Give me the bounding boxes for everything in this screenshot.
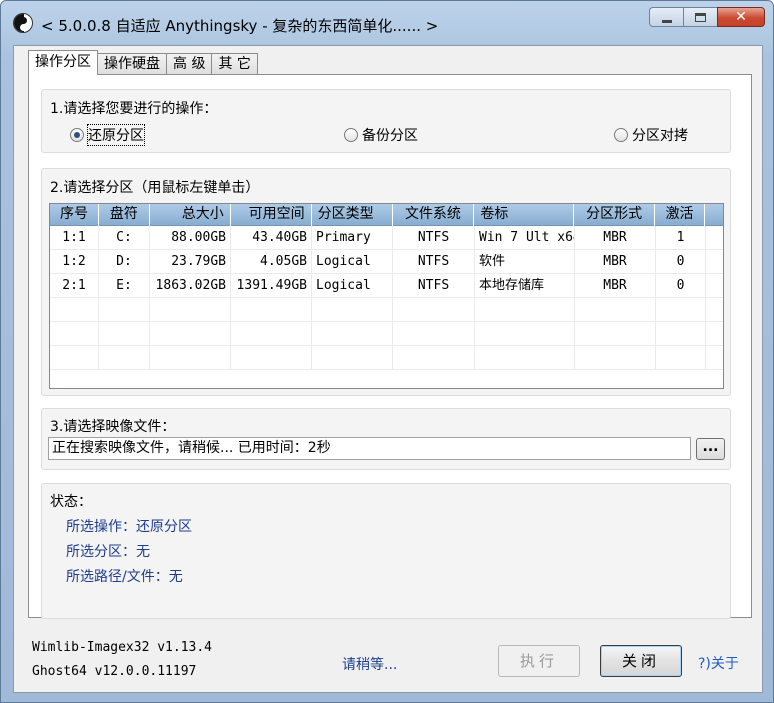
cell-free: 4.05GB: [231, 250, 312, 274]
cell-drive: E:: [99, 274, 150, 298]
image-file-input[interactable]: 正在搜索映像文件，请稍候... 已用时间：2秒: [48, 437, 691, 460]
cell-total: 1863.02GB: [150, 274, 231, 298]
col-header-type[interactable]: 分区类型: [312, 204, 393, 226]
status-label: 状态：: [50, 494, 92, 510]
tab-disk-ops[interactable]: 操作硬盘: [97, 53, 167, 75]
empty-row: [50, 346, 723, 370]
cell-style: MBR: [575, 250, 656, 274]
cell-fs: NTFS: [393, 250, 475, 274]
cell-type: Logical: [312, 274, 393, 298]
partition-group-label: 2.请选择分区（用鼠标左键单击）: [50, 180, 260, 196]
yin-yang-icon[interactable]: [13, 13, 33, 33]
image-file-group-label: 3.请选择映像文件：: [50, 419, 176, 435]
about-link[interactable]: ?)关于: [698, 653, 739, 673]
col-header-filler: [705, 204, 723, 226]
execute-button[interactable]: 执行: [498, 645, 580, 677]
col-header-drive[interactable]: 盘符: [99, 204, 150, 226]
wimlib-version: Wimlib-Imagex32 v1.13.4: [32, 640, 213, 655]
cell-active: 1: [656, 226, 706, 250]
col-header-fs[interactable]: 文件系统: [393, 204, 475, 226]
radio-label: 备份分区: [362, 128, 418, 144]
col-header-style[interactable]: 分区形式: [574, 204, 656, 226]
col-header-volume[interactable]: 卷标: [474, 204, 575, 226]
col-header-total[interactable]: 总大小: [150, 204, 231, 226]
cell-active: 0: [656, 274, 706, 298]
close-window-button[interactable]: ✕: [717, 7, 765, 27]
cell-total: 88.00GB: [150, 226, 231, 250]
cell-index: 1:1: [50, 226, 99, 250]
operation-group-label: 1.请选择您要进行的操作：: [50, 101, 218, 117]
table-row[interactable]: 1:1 C: 88.00GB 43.40GB Primary NTFS Win …: [50, 226, 723, 250]
table-header: 序号 盘符 总大小 可用空间 分区类型 文件系统 卷标 分区形式 激活: [50, 204, 723, 226]
cell-volume: Win 7 Ult x64: [475, 226, 575, 250]
operation-group: 1.请选择您要进行的操作： 还原分区 备份分区 分区对拷: [41, 89, 731, 153]
radio-label: 还原分区: [87, 124, 145, 146]
cell-drive: C:: [99, 226, 150, 250]
cell-total: 23.79GB: [150, 250, 231, 274]
cell-volume: 软件: [475, 250, 575, 274]
status-path: 所选路径/文件：无: [66, 569, 183, 585]
radio-copy-partition[interactable]: 分区对拷: [614, 125, 688, 145]
ghost-version: Ghost64 v12.0.0.11197: [32, 664, 197, 679]
cell-free: 1391.49GB: [231, 274, 312, 298]
maximize-button[interactable]: [683, 7, 717, 27]
col-header-active[interactable]: 激活: [655, 204, 706, 226]
col-header-free[interactable]: 可用空间: [231, 204, 312, 226]
cell-style: MBR: [575, 274, 656, 298]
app-window: < 5.0.0.8 自适应 Anythingsky - 复杂的东西简单化....…: [0, 0, 774, 703]
radio-backup-partition[interactable]: 备份分区: [344, 125, 418, 145]
table-row[interactable]: 1:2 D: 23.79GB 4.05GB Logical NTFS 软件 MB…: [50, 250, 723, 274]
col-header-index[interactable]: 序号: [50, 204, 99, 226]
tab-advanced[interactable]: 高 级: [166, 53, 213, 75]
close-button[interactable]: 关闭: [600, 645, 682, 677]
cell-free: 43.40GB: [231, 226, 312, 250]
image-file-group: 3.请选择映像文件： 正在搜索映像文件，请稍候... 已用时间：2秒 ...: [41, 408, 731, 470]
radio-restore-partition[interactable]: 还原分区: [70, 124, 145, 146]
cell-type: Primary: [312, 226, 393, 250]
tab-partition-ops[interactable]: 操作分区: [28, 50, 98, 75]
table-row[interactable]: 2:1 E: 1863.02GB 1391.49GB Logical NTFS …: [50, 274, 723, 298]
maximize-icon: [695, 12, 706, 22]
radio-checked-icon: [70, 128, 84, 142]
cell-fs: NTFS: [393, 226, 475, 250]
cell-style: MBR: [575, 226, 656, 250]
status-partition: 所选分区：无: [66, 544, 150, 560]
client-area: 操作分区 操作硬盘 高 级 其 它 1.请选择您要进行的操作： 还原分区 备份分…: [13, 45, 763, 693]
tab-panel: 1.请选择您要进行的操作： 还原分区 备份分区 分区对拷 2.请选择分区（用鼠标…: [28, 74, 752, 619]
status-group: 状态： 所选操作：还原分区 所选分区：无 所选路径/文件：无: [41, 483, 731, 619]
cell-drive: D:: [99, 250, 150, 274]
tab-other[interactable]: 其 它: [211, 53, 258, 75]
cell-type: Logical: [312, 250, 393, 274]
cell-index: 1:2: [50, 250, 99, 274]
browse-button[interactable]: ...: [696, 438, 725, 460]
close-icon: ✕: [735, 9, 747, 25]
radio-unchecked-icon: [344, 128, 358, 142]
cell-fs: NTFS: [393, 274, 475, 298]
tab-strip: 操作分区 操作硬盘 高 级 其 它: [28, 50, 258, 75]
radio-unchecked-icon: [614, 128, 628, 142]
partition-group: 2.请选择分区（用鼠标左键单击） 序号 盘符 总大小 可用空间 分区类型 文件系…: [41, 168, 731, 396]
title-bar[interactable]: < 5.0.0.8 自适应 Anythingsky - 复杂的东西简单化....…: [1, 1, 773, 45]
minimize-icon: [661, 19, 672, 23]
radio-label: 分区对拷: [632, 128, 688, 144]
minimize-button[interactable]: [649, 7, 683, 27]
window-title: < 5.0.0.8 自适应 Anythingsky - 复杂的东西简单化....…: [41, 17, 439, 35]
empty-row: [50, 322, 723, 346]
empty-row: [50, 298, 723, 322]
cell-index: 2:1: [50, 274, 99, 298]
partition-table[interactable]: 序号 盘符 总大小 可用空间 分区类型 文件系统 卷标 分区形式 激活 1:1 …: [49, 203, 724, 389]
window-controls: ✕: [649, 7, 765, 29]
wait-text: 请稍等...: [342, 657, 398, 673]
cell-volume: 本地存储库: [475, 274, 575, 298]
cell-active: 0: [656, 250, 706, 274]
status-operation: 所选操作：还原分区: [66, 519, 192, 535]
